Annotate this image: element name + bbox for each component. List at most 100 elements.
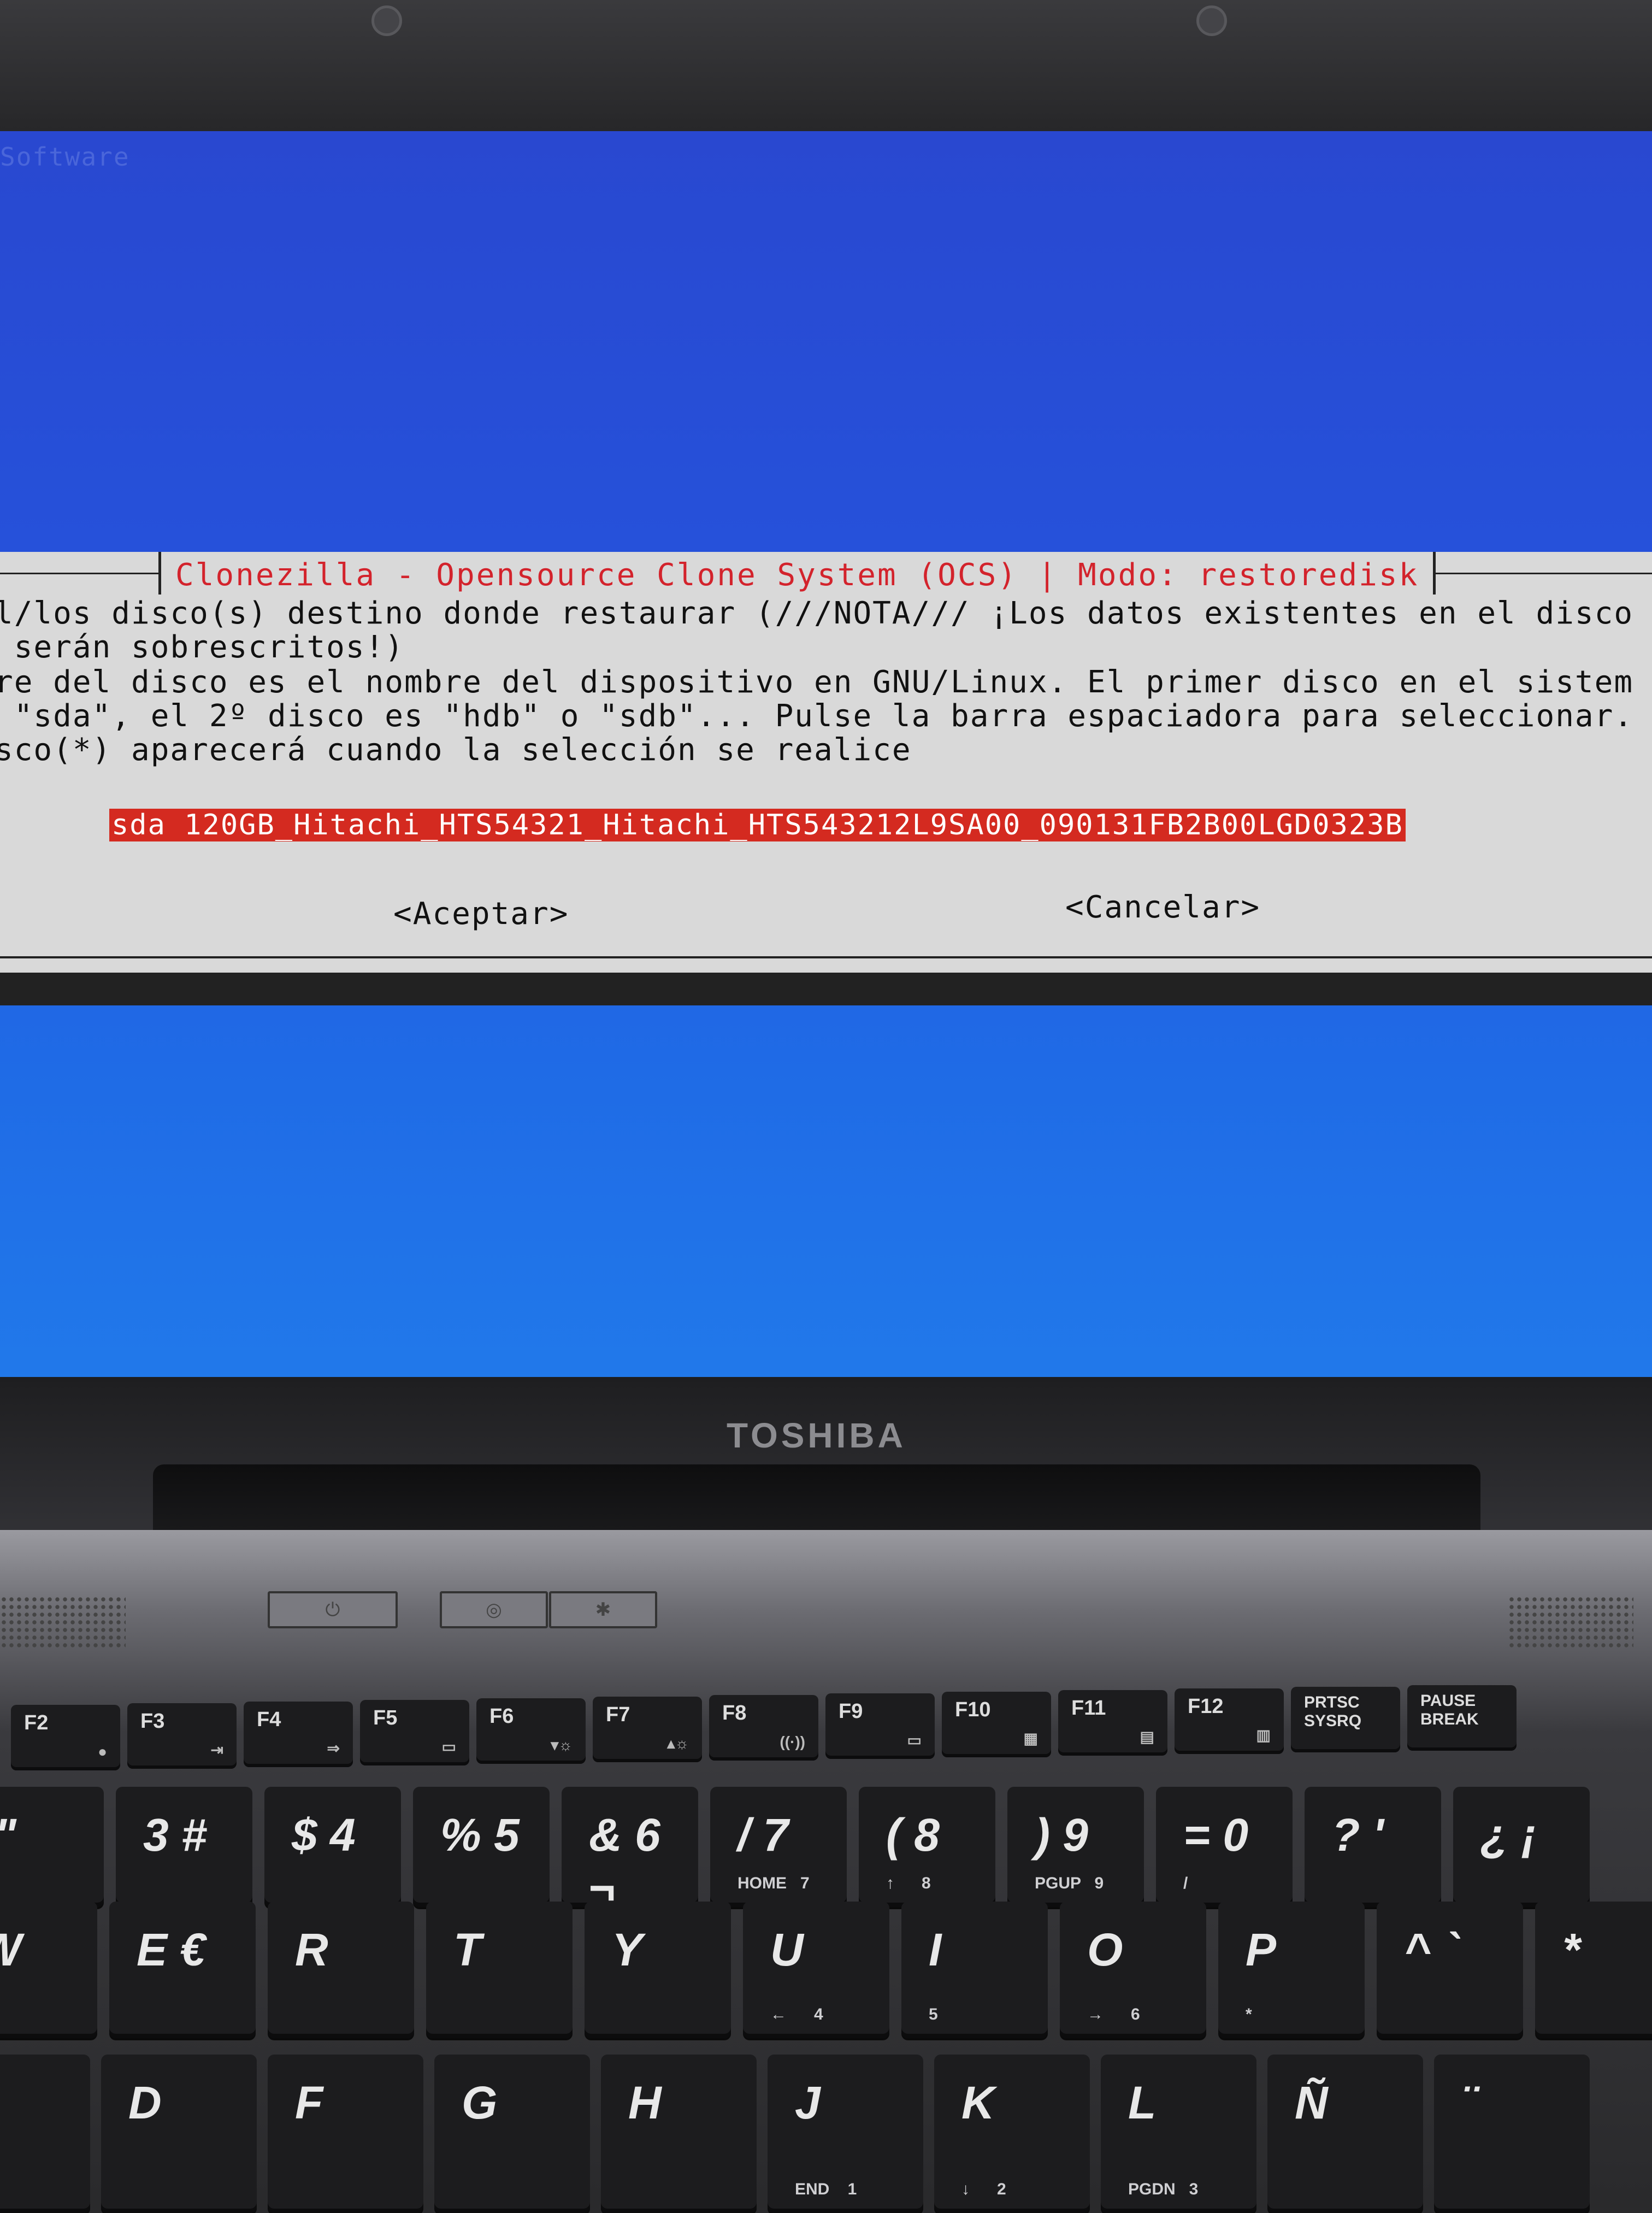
key-s[interactable]: S bbox=[0, 2055, 90, 2213]
key-sublegend: * bbox=[1246, 2005, 1252, 2023]
connectivity-button[interactable]: ✱ bbox=[549, 1591, 657, 1628]
key-legend: Ñ bbox=[1295, 2077, 1328, 2128]
key-%5[interactable]: % 5 bbox=[413, 1787, 550, 1907]
key-legend: U bbox=[770, 1924, 804, 1975]
key-g[interactable]: G bbox=[434, 2055, 590, 2213]
key-r[interactable]: R bbox=[268, 1902, 414, 2038]
key-function-icon: ▾☼ bbox=[551, 1737, 573, 1753]
cancel-button[interactable]: <Cancelar> bbox=[1065, 890, 1260, 925]
key-legend: J bbox=[795, 2077, 821, 2128]
key-legend: ( 8 bbox=[886, 1809, 940, 1861]
key-f12[interactable]: F12 ▥ bbox=[1175, 1688, 1284, 1754]
key-legend: E € bbox=[137, 1924, 206, 1975]
key-f10[interactable]: F10 ▦ bbox=[942, 1692, 1051, 1757]
media-icon: ◎ bbox=[486, 1599, 502, 1621]
key-label: F12 bbox=[1188, 1695, 1224, 1718]
key-function-icon: ● bbox=[98, 1743, 107, 1760]
key-legend: D bbox=[128, 2077, 162, 2128]
settings-icon: ✱ bbox=[595, 1599, 611, 1621]
key-f2[interactable]: F2 ● bbox=[11, 1705, 120, 1770]
key-label: F9 bbox=[839, 1700, 863, 1723]
key-$4[interactable]: $ 4 bbox=[264, 1787, 401, 1907]
key-*[interactable]: * bbox=[1535, 1902, 1652, 2038]
speaker-grille bbox=[0, 1596, 126, 1650]
bezel-screw-icon bbox=[371, 5, 402, 36]
key-3#[interactable]: 3 # bbox=[116, 1787, 252, 1907]
power-button[interactable]: ⏻ bbox=[268, 1591, 398, 1628]
key-legend: K bbox=[961, 2077, 995, 2128]
key-function-icon: ⇥ bbox=[210, 1741, 223, 1758]
key-p[interactable]: P * bbox=[1218, 1902, 1365, 2038]
dialog-message-line: sco(*) aparecerá cuando la selección se … bbox=[0, 732, 912, 768]
key-f5[interactable]: F5 ▭ bbox=[360, 1700, 469, 1765]
key-legend: I bbox=[929, 1924, 942, 1975]
disk-option-sda[interactable]: sda 120GB_Hitachi_HTS54321_Hitachi_HTS54… bbox=[109, 809, 1406, 841]
key-l[interactable]: L PGDN 3 bbox=[1101, 2055, 1256, 2213]
dialog-title: Clonezilla - Opensource Clone System (OC… bbox=[158, 552, 1436, 595]
key-function-icon: ▭ bbox=[441, 1738, 456, 1755]
key-pause[interactable]: PAUSE BREAK bbox=[1407, 1685, 1517, 1751]
key-sublegend: → 6 bbox=[1087, 2005, 1140, 2023]
key-f11[interactable]: F11 ▤ bbox=[1058, 1690, 1167, 1756]
key-&6¬[interactable]: & 6 ¬ bbox=[562, 1787, 698, 1907]
key-^`[interactable]: ^ ` bbox=[1377, 1902, 1523, 2038]
key-w[interactable]: W bbox=[0, 1902, 97, 2038]
accept-button[interactable]: <Aceptar> bbox=[393, 896, 569, 932]
key-legend: " bbox=[0, 1809, 16, 1862]
media-button[interactable]: ◎ bbox=[440, 1591, 548, 1628]
key-legend: ) 9 bbox=[1035, 1809, 1089, 1861]
key-=0[interactable]: = 0 / bbox=[1156, 1787, 1293, 1907]
key-f7[interactable]: F7 ▴☼ bbox=[593, 1697, 702, 1762]
key-h[interactable]: H bbox=[601, 2055, 757, 2213]
key-legend: $ 4 bbox=[292, 1809, 356, 1861]
key-legend: ¨ bbox=[1461, 2077, 1477, 2128]
key-f3[interactable]: F3 ⇥ bbox=[127, 1703, 237, 1769]
key-legend: G bbox=[462, 2077, 498, 2128]
dialog-message-line: "sda", el 2º disco es "hdb" o "sdb"... P… bbox=[0, 698, 1634, 734]
key-legend: % 5 bbox=[440, 1809, 520, 1861]
key-j[interactable]: J END 1 bbox=[768, 2055, 923, 2213]
key-k[interactable]: K ↓ 2 bbox=[934, 2055, 1090, 2213]
key-/7[interactable]: / 7 HOME 7 bbox=[710, 1787, 847, 1907]
power-icon: ⏻ bbox=[325, 1599, 340, 1621]
key-label: F5 bbox=[373, 1706, 398, 1729]
key-label: PAUSE BREAK bbox=[1420, 1692, 1479, 1728]
key-sublegend: ↑ 8 bbox=[886, 1874, 931, 1892]
key-legend: & 6 ¬ bbox=[589, 1809, 660, 1907]
laptop-screen: Software Clonezilla - Opensource Clone S… bbox=[0, 131, 1652, 1382]
key-label: F2 bbox=[24, 1711, 49, 1734]
key-o[interactable]: O → 6 bbox=[1060, 1902, 1206, 2038]
top-bezel bbox=[0, 0, 1652, 137]
key-f9[interactable]: F9 ▭ bbox=[825, 1693, 935, 1759]
key-sublegend: PGUP 9 bbox=[1035, 1874, 1104, 1892]
key-legend: / 7 bbox=[738, 1809, 789, 1861]
key-(8[interactable]: ( 8 ↑ 8 bbox=[859, 1787, 995, 1907]
key-f6[interactable]: F6 ▾☼ bbox=[476, 1698, 586, 1764]
key-?'[interactable]: ? ' bbox=[1305, 1787, 1441, 1907]
key-i[interactable]: I5 bbox=[901, 1902, 1048, 2038]
key-d[interactable]: D bbox=[101, 2055, 257, 2213]
key-ñ[interactable]: Ñ bbox=[1267, 2055, 1423, 2213]
key-t[interactable]: T bbox=[426, 1902, 573, 2038]
key-label: F6 bbox=[489, 1705, 514, 1728]
key-f8[interactable]: F8 ((·)) bbox=[709, 1695, 818, 1761]
key-u[interactable]: U ← 4 bbox=[743, 1902, 889, 2038]
key-f[interactable]: F bbox=[268, 2055, 423, 2213]
key-legend: W bbox=[0, 1923, 21, 1976]
key-function-icon: ▤ bbox=[1140, 1728, 1154, 1745]
key-prtsc[interactable]: PRTSC SYSRQ bbox=[1291, 1687, 1400, 1752]
key-f4[interactable]: F4 ⇒ bbox=[244, 1702, 353, 1767]
key-legend: Y bbox=[612, 1924, 643, 1975]
key-)9[interactable]: ) 9 PGUP 9 bbox=[1007, 1787, 1144, 1907]
key-function-icon: ▭ bbox=[907, 1732, 922, 1749]
key-"[interactable]: " bbox=[0, 1787, 104, 1907]
bezel-screw-icon bbox=[1196, 5, 1227, 36]
key-y[interactable]: Y bbox=[585, 1902, 731, 2038]
key-label: F8 bbox=[722, 1702, 747, 1725]
key-label: F3 bbox=[140, 1710, 165, 1733]
key-¨[interactable]: ¨ bbox=[1434, 2055, 1590, 2213]
key-sublegend: / bbox=[1183, 1874, 1188, 1892]
key-¿¡[interactable]: ¿ ¡ bbox=[1453, 1787, 1590, 1907]
key-legend: ^ ` bbox=[1404, 1924, 1459, 1975]
key-e€[interactable]: E € bbox=[109, 1902, 256, 2038]
